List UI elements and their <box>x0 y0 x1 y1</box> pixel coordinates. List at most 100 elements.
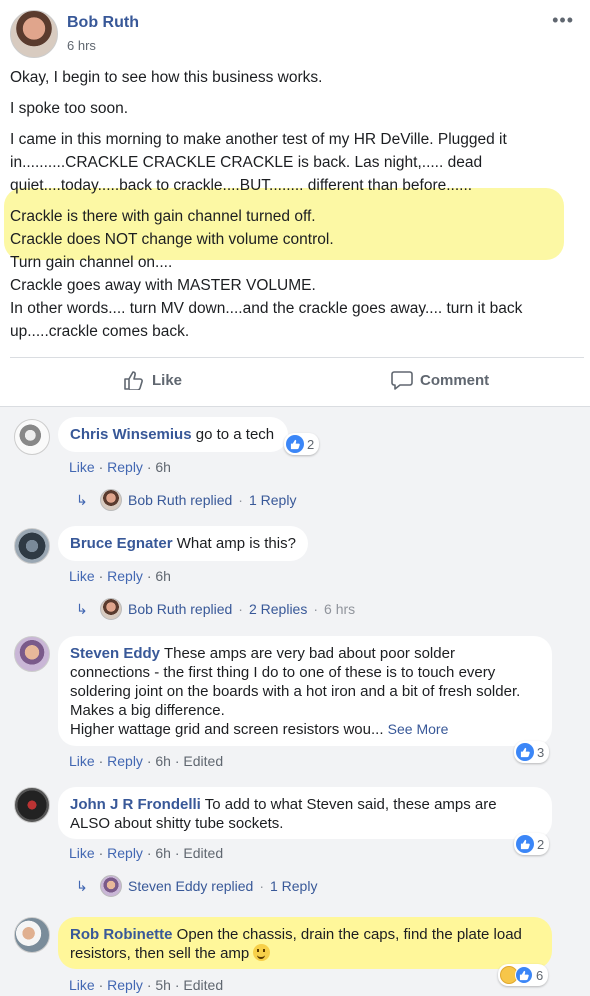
commenter-name[interactable]: Bruce Egnater <box>70 535 173 552</box>
reply-count: 1 Reply <box>248 492 297 508</box>
comment-text: To add to what Steven said, these amps a… <box>204 796 497 813</box>
comment-time[interactable]: 6h <box>155 753 171 769</box>
post-body: Okay, I begin to see how this business w… <box>4 66 580 343</box>
reaction-count[interactable]: 6 <box>498 964 549 986</box>
commenter-avatar[interactable] <box>14 528 50 564</box>
reaction-count[interactable]: 3 <box>514 741 550 763</box>
comment-meta: Like · Reply · 6h · Edited <box>69 845 223 861</box>
post-line: Crackle is there with gain channel turne… <box>10 208 316 225</box>
smiley-emoji-icon <box>253 944 271 961</box>
post-line: Okay, I begin to see how this business w… <box>10 69 323 86</box>
comment-time[interactable]: 5h <box>155 977 171 993</box>
comment-like-link[interactable]: Like <box>69 977 95 993</box>
like-button[interactable]: Like <box>123 370 182 390</box>
meta-separator: · <box>146 753 152 769</box>
meta-separator: · <box>313 601 319 617</box>
commenter-avatar[interactable] <box>14 419 50 455</box>
comment-like-link[interactable]: Like <box>69 753 95 769</box>
post-line: Crackle does NOT change with volume cont… <box>10 231 334 248</box>
edited-label: Edited <box>183 845 224 861</box>
comment-reply-link[interactable]: Reply <box>107 459 143 475</box>
comment-text: Open the chassis, drain the caps, find t… <box>176 926 522 943</box>
comment-bubble-icon <box>391 371 413 390</box>
meta-separator: · <box>146 977 152 993</box>
thumbs-up-icon <box>124 371 143 390</box>
meta-separator: · <box>174 977 180 993</box>
commenter-name[interactable]: Rob Robinette <box>70 926 173 943</box>
comment-like-link[interactable]: Like <box>69 568 95 584</box>
comment-meta: Like · Reply · 6h <box>69 459 171 475</box>
comment-meta: Like · Reply · 5h · Edited <box>69 977 223 993</box>
comment-text: connections - the first thing I do to on… <box>70 664 496 681</box>
commenter-name[interactable]: Chris Winsemius <box>70 426 192 443</box>
post-actions: Like Comment <box>10 360 584 404</box>
commenter-name[interactable]: John J R Frondelli <box>70 796 201 813</box>
commenter-avatar[interactable] <box>14 636 50 672</box>
commenter-name[interactable]: Steven Eddy <box>70 645 160 662</box>
comment-text: These amps are very bad about poor solde… <box>163 645 455 662</box>
meta-separator: · <box>98 977 104 993</box>
post-line: in..........CRACKLE CRACKLE CRACKLE is b… <box>10 154 483 171</box>
meta-separator: · <box>238 492 243 508</box>
post-line: In other words.... turn MV down....and t… <box>10 300 523 317</box>
meta-separator: · <box>174 753 180 769</box>
comment-text: soldering joint on the boards with a hot… <box>70 683 521 700</box>
meta-separator: · <box>98 753 104 769</box>
comment-text: Higher wattage grid and screen resistors… <box>70 721 384 738</box>
comment-reply-link[interactable]: Reply <box>107 977 143 993</box>
comment-label: Comment <box>420 371 490 389</box>
edited-label: Edited <box>183 977 224 993</box>
comment-text: ALSO about shitty tube sockets. <box>70 815 284 832</box>
post-author[interactable]: Bob Ruth <box>67 14 139 32</box>
meta-separator: · <box>98 568 104 584</box>
comment-bubble: Chris Winsemius go to a tech <box>58 417 289 452</box>
reply-arrow-icon: ↳ <box>76 600 88 617</box>
comment-bubble: John J R Frondelli To add to what Steven… <box>58 787 552 839</box>
reply-count: 2 Replies <box>248 601 308 617</box>
see-more-link[interactable]: See More <box>388 721 449 737</box>
replies-link[interactable]: ↳ Bob Ruth replied · 1 Reply <box>76 489 296 511</box>
post-line: quiet....today.....back to crackle....BU… <box>10 177 473 194</box>
reaction-count[interactable]: 2 <box>284 433 320 455</box>
post-line: up.....crackle comes back. <box>10 323 190 340</box>
commenter-avatar[interactable] <box>14 917 50 953</box>
meta-separator: · <box>146 459 152 475</box>
reply-avatar <box>100 875 122 897</box>
comment-text: go to a tech <box>195 426 275 443</box>
comment-like-link[interactable]: Like <box>69 459 95 475</box>
post-line: I spoke too soon. <box>10 100 129 117</box>
post-timestamp[interactable]: 6 hrs <box>67 38 96 53</box>
like-reaction-icon <box>515 966 533 984</box>
post-header: Bob Ruth 6 hrs ••• <box>10 10 580 60</box>
comment-button[interactable]: Comment <box>391 370 489 390</box>
like-reaction-icon <box>516 743 534 761</box>
replies-link[interactable]: ↳ Steven Eddy replied · 1 Reply <box>76 875 317 897</box>
post-line: I came in this morning to make another t… <box>10 131 507 148</box>
comment-time[interactable]: 6h <box>155 459 171 475</box>
comment-reply-link[interactable]: Reply <box>107 845 143 861</box>
reaction-number: 2 <box>307 436 315 452</box>
comment-bubble: Rob Robinette Open the chassis, drain th… <box>58 917 552 969</box>
comment-reply-link[interactable]: Reply <box>107 568 143 584</box>
comment-time[interactable]: 6h <box>155 845 171 861</box>
more-dots-icon[interactable]: ••• <box>552 10 574 31</box>
reaction-number: 6 <box>536 967 544 983</box>
reaction-count[interactable]: 2 <box>514 833 550 855</box>
comment-bubble: Bruce Egnater What amp is this? <box>58 526 308 561</box>
comment-meta: Like · Reply · 6h <box>69 568 171 584</box>
reply-count: 1 Reply <box>269 878 318 894</box>
comment-text: What amp is this? <box>176 535 296 552</box>
comment-time[interactable]: 6h <box>155 568 171 584</box>
divider <box>10 357 584 358</box>
comment-reply-link[interactable]: Reply <box>107 753 143 769</box>
comment-like-link[interactable]: Like <box>69 845 95 861</box>
like-label: Like <box>152 371 183 389</box>
reaction-number: 2 <box>537 836 545 852</box>
reply-time: 6 hrs <box>324 601 356 617</box>
author-avatar[interactable] <box>10 10 58 58</box>
like-reaction-icon <box>516 835 534 853</box>
replies-link[interactable]: ↳ Bob Ruth replied · 2 Replies · 6 hrs <box>76 598 355 620</box>
commenter-avatar[interactable] <box>14 787 50 823</box>
replied-by: Bob Ruth replied <box>128 492 233 508</box>
meta-separator: · <box>146 568 152 584</box>
